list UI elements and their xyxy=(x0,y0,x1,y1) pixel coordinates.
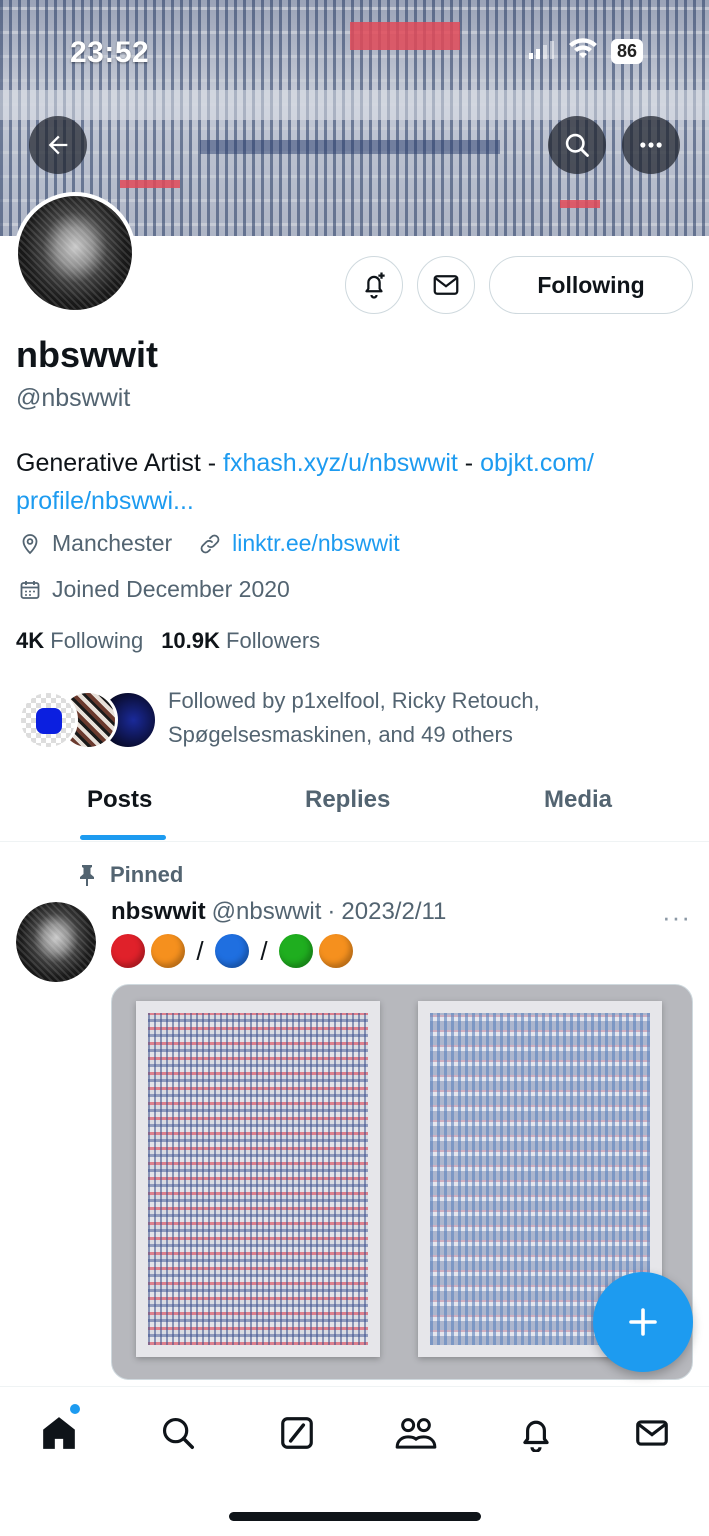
post-author-handle[interactable]: @nbswwit xyxy=(212,898,322,926)
bell-plus-icon xyxy=(365,272,385,299)
followed-by-avatars[interactable] xyxy=(18,690,158,750)
post-more-button[interactable]: ··· xyxy=(662,902,691,933)
search-icon xyxy=(162,1417,194,1449)
compose-button[interactable] xyxy=(593,1272,693,1372)
home-icon xyxy=(43,1417,75,1449)
display-name: nbswwit xyxy=(16,334,158,375)
back-button[interactable] xyxy=(29,116,87,174)
post-separator: · xyxy=(327,898,336,925)
envelope-icon xyxy=(433,275,459,295)
bio-separator: - xyxy=(457,449,481,477)
followers-count-link[interactable]: 10.9K Followers xyxy=(161,628,320,654)
following-button[interactable]: Following xyxy=(489,256,693,314)
profile-meta: Manchester linktr.ee/nbswwit xyxy=(18,530,400,557)
joined-row: Joined December 2020 xyxy=(18,576,290,603)
battery-indicator: 86 xyxy=(610,39,643,64)
nav-search[interactable] xyxy=(156,1411,200,1455)
search-icon xyxy=(565,133,589,157)
plus-icon xyxy=(629,1308,657,1336)
profile-bio: Generative Artist - fxhash.xyz/u/nbswwit… xyxy=(16,444,696,520)
status-time: 23:52 xyxy=(70,36,150,69)
message-button[interactable] xyxy=(417,256,475,314)
post-header: nbswwit @nbswwit · 2023/2/11 xyxy=(111,898,446,926)
pinned-label-row: Pinned xyxy=(76,862,183,888)
more-options-button[interactable] xyxy=(622,116,680,174)
avatar-image xyxy=(16,902,96,982)
post-author-name[interactable]: nbswwit xyxy=(111,898,206,926)
status-right: 86 xyxy=(528,38,643,65)
following-count: 4K xyxy=(16,628,45,653)
tab-replies[interactable]: Replies xyxy=(305,786,390,814)
followed-by-text[interactable]: Followed by p1xelfool, Ricky Retouch, Sp… xyxy=(168,684,688,752)
status-bar: 23:52 86 xyxy=(0,30,709,74)
green-circle-emoji xyxy=(279,934,313,968)
location-text: Manchester xyxy=(52,530,173,556)
orange-circle-emoji xyxy=(319,934,353,968)
more-dots-icon xyxy=(640,142,662,148)
joined-text: Joined December 2020 xyxy=(52,576,290,602)
followers-label: Followers xyxy=(226,628,321,653)
pin-icon xyxy=(80,865,94,886)
notify-subscribe-button[interactable] xyxy=(345,256,403,314)
location-pin-icon xyxy=(18,532,42,556)
profile-handle: @nbswwit xyxy=(16,384,131,412)
follower-avatar xyxy=(18,690,78,750)
nav-grok[interactable] xyxy=(275,1411,319,1455)
artwork-print-left xyxy=(136,1001,380,1357)
profile-avatar[interactable] xyxy=(14,192,136,314)
website-link[interactable]: linktr.ee/nbswwit xyxy=(232,530,399,557)
tab-posts[interactable]: Posts xyxy=(87,786,152,814)
follow-counts: 4K Following 10.9K Followers xyxy=(16,628,320,654)
envelope-icon xyxy=(636,1420,668,1446)
wifi-icon xyxy=(568,38,597,65)
followers-count: 10.9K xyxy=(161,628,220,653)
following-label: Following xyxy=(50,628,144,653)
active-tab-indicator xyxy=(80,835,166,840)
nav-messages[interactable] xyxy=(630,1411,674,1455)
post-text-separator: / xyxy=(260,935,268,966)
tab-media[interactable]: Media xyxy=(544,786,612,814)
bio-link-fxhash[interactable]: fxhash.xyz/u/nbswwit xyxy=(223,449,458,477)
search-profile-button[interactable] xyxy=(548,116,606,174)
bio-text: Generative Artist - xyxy=(16,449,224,477)
nav-home[interactable] xyxy=(37,1411,81,1455)
post-text: / / xyxy=(111,932,353,970)
communities-icon xyxy=(395,1418,437,1449)
post-author-avatar[interactable] xyxy=(16,902,96,982)
back-arrow-icon xyxy=(48,135,68,155)
home-unread-dot xyxy=(70,1404,80,1414)
calendar-icon xyxy=(18,578,42,602)
post-text-separator: / xyxy=(196,935,204,966)
avatar-image xyxy=(18,196,132,310)
orange-circle-emoji xyxy=(151,934,185,968)
bell-icon xyxy=(523,1420,549,1452)
home-indicator-bar xyxy=(229,1512,481,1521)
nav-notifications[interactable] xyxy=(514,1411,558,1455)
pinned-text: Pinned xyxy=(110,862,184,887)
link-icon xyxy=(198,532,222,556)
blue-circle-emoji xyxy=(215,934,249,968)
post-date[interactable]: 2023/2/11 xyxy=(341,898,446,926)
following-count-link[interactable]: 4K Following xyxy=(16,628,143,654)
profile-tabs: Posts Replies Media xyxy=(0,770,709,842)
signal-icon xyxy=(528,39,555,64)
nav-communities[interactable] xyxy=(394,1411,438,1455)
red-circle-emoji xyxy=(111,934,145,968)
grok-icon xyxy=(281,1417,313,1449)
